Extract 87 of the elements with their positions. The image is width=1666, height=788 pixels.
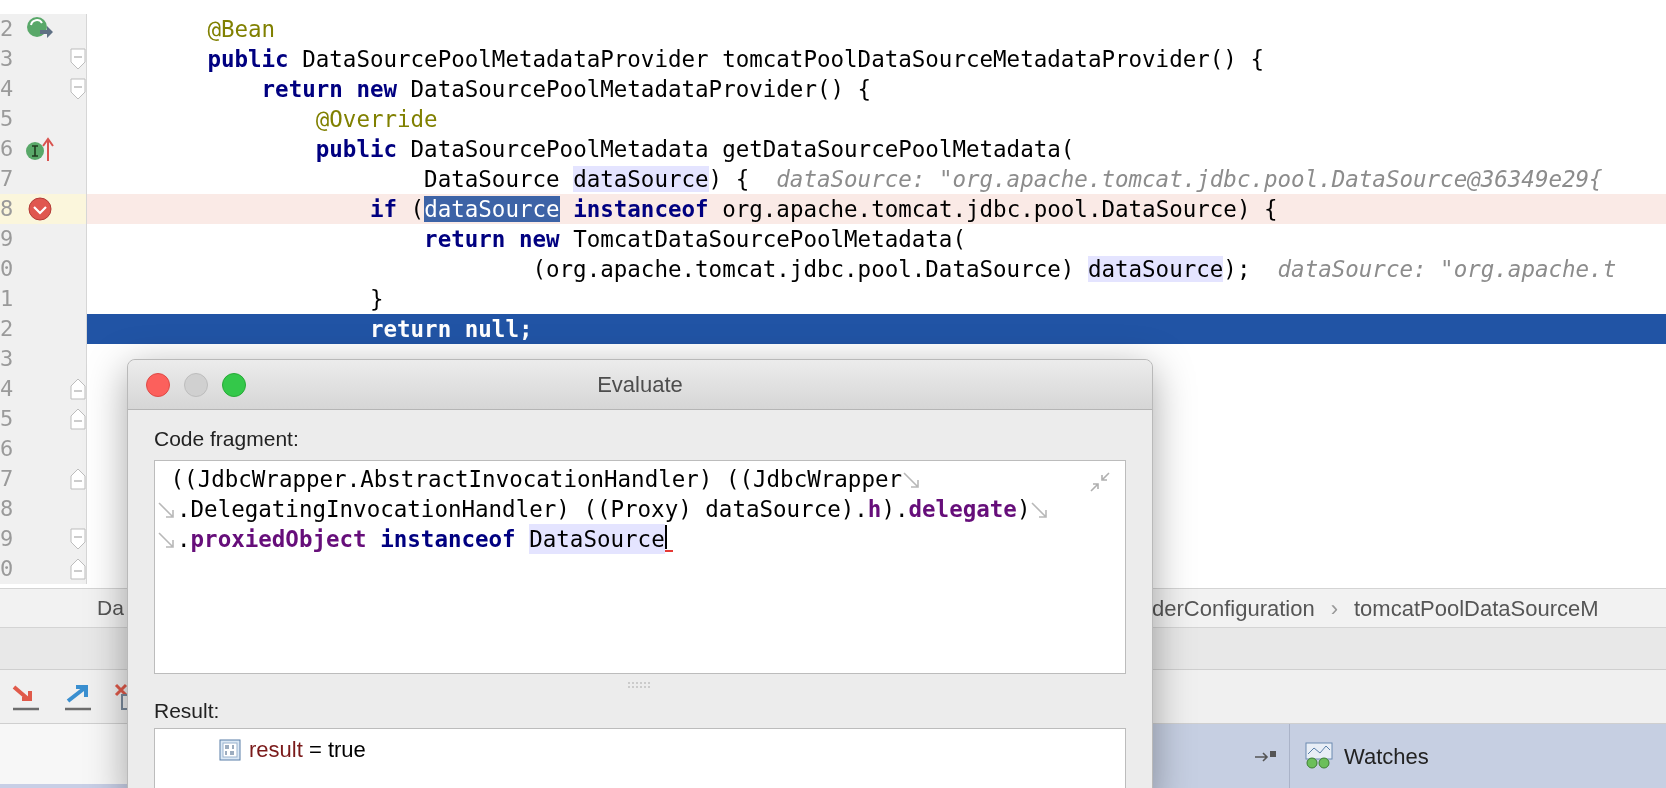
implements-icon[interactable] — [25, 136, 55, 162]
inline-value-hint: dataSource: "org.apache.tomcat.jdbc.pool.DataSource@36349e29{ — [776, 166, 1603, 192]
close-button[interactable] — [146, 372, 170, 397]
watches-tab[interactable]: Watches — [1290, 724, 1429, 788]
line-number: 4 — [0, 375, 15, 403]
field-name: proxiedObject — [190, 525, 367, 554]
keyword: instanceof — [380, 525, 516, 554]
keyword: return — [369, 316, 452, 342]
code-text: (org.apache.tomcat.jdbc.pool.DataSource) — [532, 256, 1075, 282]
code-text: DataSource — [424, 166, 560, 192]
keyword: instanceof — [573, 196, 709, 222]
usage-highlight: dataSource — [573, 166, 709, 192]
selected-text: dataSource — [424, 196, 560, 222]
keyword: null — [464, 316, 519, 342]
line-number: 9 — [0, 225, 15, 253]
line-number: 7 — [0, 165, 15, 193]
keyword: public — [315, 136, 398, 162]
keyword: if — [369, 196, 398, 222]
code-fragment-label: Code fragment: — [154, 426, 300, 452]
code-text: ((JdbcWrapper.AbstractInvocationHandler) ((JdbcWrapper — [170, 465, 903, 494]
usage-highlight: dataSource — [1087, 256, 1224, 282]
code-text: org.apache.tomcat.jdbc.pool.DataSource) { — [722, 196, 1278, 222]
line-number: 2 — [0, 315, 15, 343]
fold-marker-icon[interactable] — [70, 48, 86, 70]
code-text: TomcatDataSourcePoolMetadata( — [573, 226, 966, 252]
breadcrumb-separator: › — [1330, 594, 1338, 623]
breadcrumb-item[interactable]: Da — [97, 592, 124, 624]
line-number: 3 — [0, 45, 15, 73]
keyword: return — [424, 226, 506, 252]
code-text: DataSourcePoolMetadataProvider() { — [410, 76, 872, 102]
glasses-icon — [1304, 742, 1334, 770]
soft-wrap-icon — [157, 530, 177, 551]
line-number: 6 — [0, 135, 15, 163]
keyword: new — [356, 76, 398, 102]
line-number: 0 — [0, 255, 15, 283]
result-label: Result: — [154, 698, 221, 724]
line-number: 7 — [0, 465, 15, 493]
line-number: 3 — [0, 345, 15, 373]
line-number: 2 — [0, 15, 15, 43]
code-fragment-editor[interactable]: ((JdbcWrapper.AbstractInvocationHandler) ((JdbcWrapper .DelegatingInvocationHandler) ((Proxy) dataSource).h).delegate) .proxiedObject instanceof DataSource — [154, 460, 1126, 674]
result-value[interactable]: result = true — [249, 735, 366, 765]
code-text: ). — [881, 495, 909, 524]
field-name: delegate — [908, 495, 1017, 524]
annotation: @Override — [315, 106, 438, 132]
keyword: new — [518, 226, 560, 252]
breakpoint-icon[interactable] — [28, 197, 52, 221]
keyword: public — [207, 46, 289, 72]
line-number: 6 — [0, 435, 15, 463]
inline-value-hint: dataSource: "org.apache.t — [1277, 256, 1617, 282]
line-number: 5 — [0, 405, 15, 433]
fold-marker-icon[interactable] — [70, 528, 86, 550]
resize-handle[interactable] — [627, 682, 653, 688]
fold-marker-icon[interactable] — [70, 78, 86, 100]
fold-marker-icon[interactable] — [70, 378, 86, 400]
fold-marker-icon[interactable] — [70, 558, 86, 580]
collapse-icon[interactable] — [1089, 471, 1111, 493]
breadcrumb-item[interactable]: derConfiguration — [1152, 591, 1315, 625]
line-number: 8 — [0, 495, 15, 523]
pin-icon[interactable] — [1253, 748, 1279, 764]
code-text: DataSourcePoolMetadata getDataSourcePoolMetadata( — [410, 136, 1075, 162]
code-text: ( — [410, 196, 425, 222]
boolean-value-icon — [219, 739, 241, 761]
code-text: DataSourcePoolMetadataProvider tomcatPoolDataSourceMetadataProvider() { — [302, 46, 1264, 72]
annotation: @Bean — [207, 16, 276, 42]
line-number: 9 — [0, 525, 15, 553]
minimize-button[interactable] — [184, 372, 208, 397]
line-number: 5 — [0, 105, 15, 133]
fold-marker-icon[interactable] — [70, 468, 86, 490]
window-title: Evaluate — [597, 371, 683, 399]
code-text: ); — [1223, 256, 1251, 282]
fold-marker-icon[interactable] — [70, 408, 86, 430]
keyword: return — [261, 76, 343, 102]
line-number: 1 — [0, 285, 15, 313]
soft-wrap-icon — [157, 500, 177, 521]
line-number: 4 — [0, 75, 15, 103]
code-text: . — [177, 525, 191, 554]
line-number: 8 — [0, 195, 15, 223]
zoom-button[interactable] — [222, 372, 246, 397]
code-text: } — [369, 286, 384, 312]
code-text: ) — [1016, 495, 1031, 524]
field-name: h — [867, 495, 882, 524]
code-text: ) { — [708, 166, 750, 192]
code-text: .DelegatingInvocationHandler) ((Proxy) dataSource). — [177, 495, 868, 524]
code-text: ; — [518, 316, 533, 342]
usage-highlight: DataSource — [529, 524, 665, 554]
line-number: 0 — [0, 555, 15, 583]
breadcrumb-item[interactable]: tomcatPoolDataSourceM — [1354, 591, 1599, 625]
